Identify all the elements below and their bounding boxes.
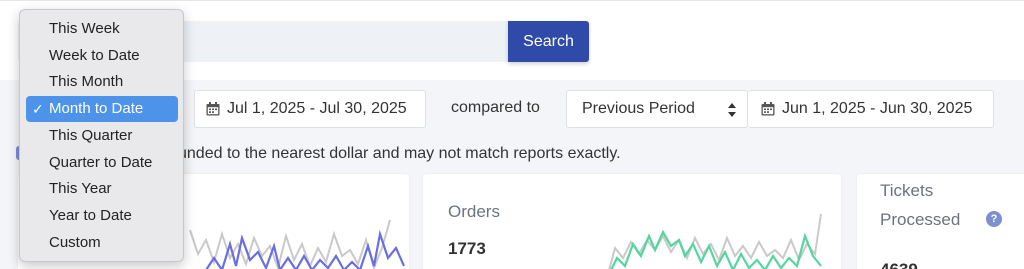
card-value: 4639 [880,260,918,269]
compare-period-value: Previous Period [582,100,695,117]
menu-item-this-year[interactable]: This Year [26,176,178,202]
menu-item-label: Month to Date [49,100,144,118]
period-dropdown-menu: This Week Week to Date This Month ✓ Month to… [19,9,184,262]
menu-item-label: This Week [49,20,120,37]
metric-card-tickets: Tickets Processed ? 4639 [857,174,1024,269]
menu-item-custom[interactable]: Custom [26,230,178,256]
menu-item-quarter-to-date[interactable]: Quarter to Date [26,150,178,176]
compare-range-picker[interactable]: Jun 1, 2025 - Jun 30, 2025 [748,90,994,128]
sparkline-chart [608,213,822,269]
menu-item-label: Custom [49,233,101,251]
rounding-notice: unded to the nearest dollar and may not … [178,145,621,162]
menu-item-year-to-date[interactable]: Year to Date [26,203,178,229]
card-title-line2: Processed [880,210,961,229]
card-title-line1: Tickets [880,181,934,200]
help-icon[interactable]: ? [986,211,1002,227]
menu-item-label: Week to Date [49,46,140,64]
checkmark-icon: ✓ [32,101,44,118]
menu-item-week-to-date[interactable]: Week to Date [26,43,178,69]
menu-item-this-quarter[interactable]: This Quarter [26,123,178,149]
compare-range-value: Jun 1, 2025 - Jun 30, 2025 [782,100,973,117]
menu-item-this-month[interactable]: This Month [26,69,178,95]
compare-period-select[interactable]: Previous Period [566,90,748,128]
date-range-value: Jul 1, 2025 - Jul 30, 2025 [227,100,407,117]
search-button[interactable]: Search [508,21,589,62]
menu-item-label: Year to Date [49,206,132,224]
menu-item-label: This Month [49,73,124,91]
date-range-picker[interactable]: Jul 1, 2025 - Jul 30, 2025 [194,90,426,128]
compared-to-label: compared to [451,99,540,116]
menu-item-month-to-date[interactable]: ✓ Month to Date [26,96,178,123]
calendar-icon [206,102,220,116]
calendar-icon [761,102,775,116]
select-arrows-icon [728,103,736,117]
metric-card-orders: Orders 1773 [423,174,841,269]
menu-item-label: This Year [49,180,112,198]
menu-item-label: Quarter to Date [49,153,153,171]
menu-item-label: This Quarter [49,126,133,144]
menu-item-this-week[interactable]: This Week [26,16,178,42]
